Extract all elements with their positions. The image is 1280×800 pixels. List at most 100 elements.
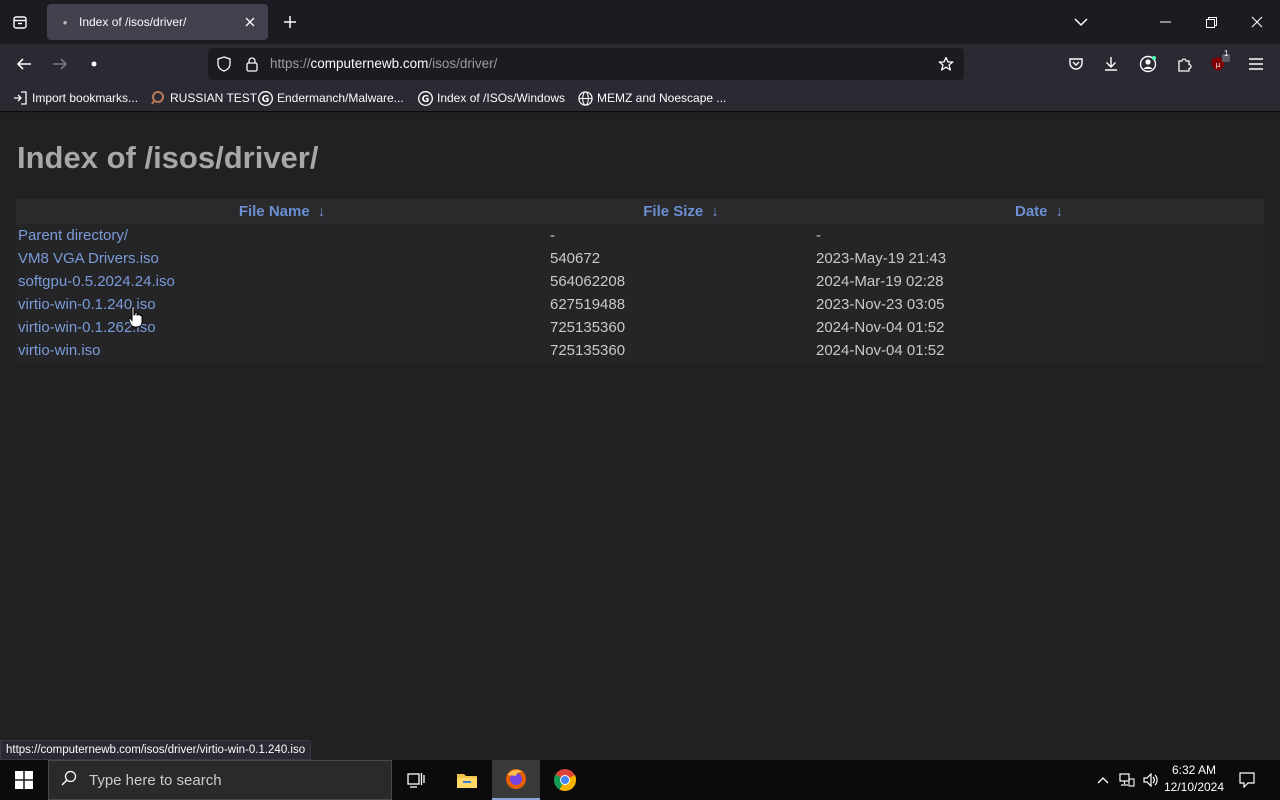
- account-icon[interactable]: [1134, 50, 1162, 78]
- file-size-cell: 725135360: [550, 319, 626, 336]
- file-link[interactable]: Parent directory/: [18, 227, 128, 244]
- file-name-cell: softgpu-0.5.2024.24.iso: [16, 270, 548, 293]
- file-name-cell: VM8 VGA Drivers.iso: [16, 247, 548, 270]
- bookmark-star-icon[interactable]: [936, 54, 956, 74]
- sort-arrow-icon: ↓: [317, 203, 326, 220]
- url-scheme: https://: [270, 56, 311, 71]
- back-icon[interactable]: [8, 48, 40, 80]
- table-row: Parent directory/ - -: [16, 224, 1264, 247]
- svg-text:μ: μ: [1216, 61, 1221, 69]
- url-text: https://computernewb.com/isos/driver/: [270, 56, 497, 71]
- clock-time: 6:32 AM: [1171, 763, 1217, 777]
- google-icon: G: [257, 90, 273, 106]
- windows-start-icon[interactable]: [0, 760, 48, 800]
- column-header-file-size[interactable]: File Size ↓: [548, 199, 814, 224]
- hand-cursor-icon: [128, 305, 144, 329]
- close-window-button[interactable]: [1234, 0, 1280, 44]
- sort-arrow-icon: ↓: [1055, 203, 1064, 220]
- column-header-file-name[interactable]: File Name ↓: [16, 199, 548, 224]
- file-explorer-icon[interactable]: [443, 760, 491, 800]
- column-label: File Name: [238, 203, 310, 220]
- table-row: VM8 VGA Drivers.iso 540672 2023-May-19 2…: [16, 247, 1264, 270]
- column-label: Date: [1014, 203, 1048, 220]
- file-date-cell: 2024-Nov-04 01:52: [816, 319, 945, 336]
- svg-text:G: G: [261, 93, 269, 104]
- ublock-origin-icon[interactable]: μ 1: [1206, 49, 1234, 78]
- notification-center-icon[interactable]: [1232, 760, 1262, 800]
- bookmark-label: RUSSIAN TEST: [170, 91, 258, 105]
- list-all-tabs-icon[interactable]: [1058, 0, 1104, 44]
- sort-arrow-icon: ↓: [711, 203, 719, 220]
- file-date-cell: 2023-Nov-23 03:05: [816, 296, 945, 313]
- file-date-cell: 2024-Mar-19 02:28: [816, 273, 944, 290]
- file-link[interactable]: virtio-win.iso: [18, 342, 101, 359]
- column-label: File Size: [643, 203, 704, 220]
- file-date-cell: 2024-Nov-04 01:52: [816, 342, 945, 359]
- taskbar-clock[interactable]: 6:32 AM 12/10/2024: [1160, 762, 1228, 798]
- clock-date: 12/10/2024: [1163, 780, 1225, 794]
- bookmark-endermanch[interactable]: G Endermanch/Malware...: [257, 89, 404, 107]
- table-row: virtio-win-0.1.262.iso 725135360 2024-No…: [16, 316, 1264, 339]
- link-status-bar: https://computernewb.com/isos/driver/vir…: [0, 740, 312, 760]
- file-name-cell: virtio-win-0.1.240.iso: [16, 293, 548, 316]
- downloads-icon[interactable]: [1097, 50, 1125, 78]
- bookmark-label: Endermanch/Malware...: [277, 91, 404, 105]
- bookmarks-toolbar: Import bookmarks... RUSSIAN TEST G Ender…: [0, 84, 1280, 112]
- show-hidden-icons-chevron-icon[interactable]: [1092, 760, 1114, 800]
- globe-icon: [577, 90, 593, 106]
- pocket-icon[interactable]: [1062, 50, 1090, 78]
- file-size-cell: 540672: [550, 250, 601, 267]
- windows-taskbar: Type here to search 6:32 AM 12/10/2024: [0, 760, 1280, 800]
- volume-icon[interactable]: [1140, 760, 1162, 800]
- tracking-protection-shield-icon[interactable]: [214, 54, 234, 74]
- bookmark-import[interactable]: Import bookmarks...: [12, 89, 138, 107]
- tab-active[interactable]: ● Index of /isos/driver/: [47, 4, 268, 40]
- bookmark-label: Index of /ISOs/Windows: [437, 91, 566, 105]
- tab-strip: ● Index of /isos/driver/: [0, 0, 1280, 44]
- bookmark-memz[interactable]: MEMZ and Noescape ...: [577, 89, 726, 107]
- table-row: virtio-win-0.1.240.iso 627519488 2023-No…: [16, 293, 1264, 316]
- lock-icon[interactable]: [242, 54, 262, 74]
- tab-title: Index of /isos/driver/: [79, 15, 187, 29]
- file-link[interactable]: softgpu-0.5.2024.24.iso: [18, 273, 175, 290]
- new-tab-button[interactable]: [276, 8, 304, 36]
- close-icon[interactable]: [242, 14, 258, 30]
- bookmark-label: Import bookmarks...: [32, 91, 139, 105]
- import-icon: [12, 90, 28, 106]
- file-name-cell: virtio-win.iso: [16, 339, 548, 362]
- svg-text:G: G: [421, 93, 429, 104]
- firefox-taskbar-icon[interactable]: [492, 760, 540, 800]
- google-icon: G: [417, 90, 433, 106]
- task-view-icon[interactable]: [392, 760, 440, 800]
- search-placeholder: Type here to search: [89, 771, 222, 789]
- bookmark-label: MEMZ and Noescape ...: [597, 91, 727, 105]
- file-size-cell: -: [550, 227, 555, 244]
- url-path: /isos/driver/: [428, 56, 498, 71]
- table-row: softgpu-0.5.2024.24.iso 564062208 2024-M…: [16, 270, 1264, 293]
- chrome-taskbar-icon[interactable]: [541, 760, 589, 800]
- firefox-view-icon[interactable]: [6, 8, 34, 36]
- url-bar[interactable]: https://computernewb.com/isos/driver/: [208, 48, 964, 80]
- bookmark-russian-test[interactable]: RUSSIAN TEST: [150, 89, 257, 107]
- forward-icon[interactable]: [44, 48, 76, 80]
- column-header-date[interactable]: Date ↓: [814, 199, 1264, 224]
- reload-icon[interactable]: [78, 48, 110, 80]
- navigation-toolbar: https://computernewb.com/isos/driver/ μ …: [0, 44, 1280, 84]
- file-date-cell: -: [816, 227, 821, 244]
- table-header-row: File Name ↓ File Size ↓ Date ↓: [16, 199, 1264, 224]
- tab-favicon-icon: ●: [62, 17, 68, 27]
- bookmark-index-isos-windows[interactable]: G Index of /ISOs/Windows: [417, 89, 565, 107]
- extensions-puzzle-icon[interactable]: [1170, 50, 1198, 78]
- file-date-cell: 2023-May-19 21:43: [816, 250, 947, 267]
- taskbar-search-box[interactable]: Type here to search: [48, 760, 392, 800]
- hamburger-menu-icon[interactable]: [1242, 50, 1270, 78]
- search-icon: [61, 770, 77, 791]
- file-link[interactable]: VM8 VGA Drivers.iso: [18, 250, 159, 267]
- file-name-cell: virtio-win-0.1.262.iso: [16, 316, 548, 339]
- file-size-cell: 725135360: [550, 342, 626, 359]
- network-icon[interactable]: [1116, 760, 1138, 800]
- minimize-button[interactable]: [1142, 0, 1188, 44]
- file-listing-table: File Name ↓ File Size ↓ Date ↓ Parent direc…: [16, 199, 1264, 362]
- restore-button[interactable]: [1188, 0, 1234, 44]
- file-name-cell: Parent directory/: [16, 224, 548, 247]
